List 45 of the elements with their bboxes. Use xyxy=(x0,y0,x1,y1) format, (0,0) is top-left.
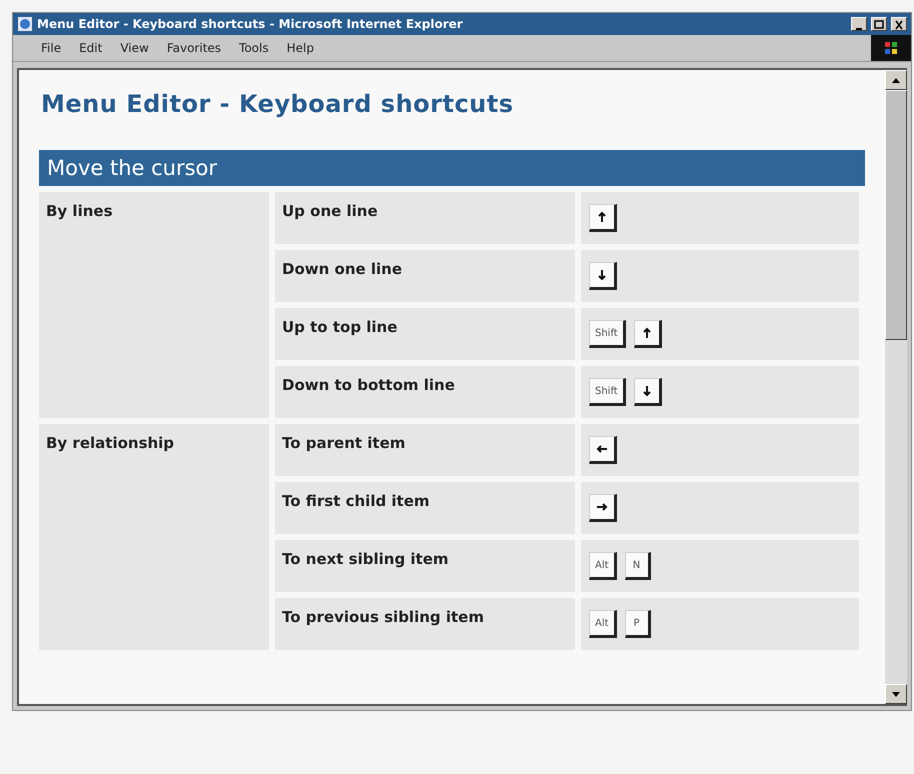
action-cell: To parent item xyxy=(275,424,575,476)
scroll-down-button[interactable] xyxy=(885,684,907,704)
key-cap: P xyxy=(624,610,651,638)
menu-item[interactable]: Favorites xyxy=(166,41,222,55)
menu-item[interactable]: Edit xyxy=(79,41,102,55)
action-cell: To first child item xyxy=(275,482,575,534)
browser-icon xyxy=(17,16,33,32)
key-cap: Shift xyxy=(589,378,626,406)
maximize-icon xyxy=(873,20,885,30)
key-cap: Shift xyxy=(589,320,626,348)
minimize-icon xyxy=(856,28,862,30)
window-title: Menu Editor - Keyboard shortcuts - Microsoft Internet Explorer xyxy=(37,17,464,31)
section-header: Move the cursor xyxy=(39,150,865,186)
menu-item[interactable]: Help xyxy=(286,41,314,55)
group-label: By relationship xyxy=(39,424,269,650)
down-arrow-key-icon xyxy=(589,262,617,290)
action-cell: To next sibling item xyxy=(275,540,575,592)
key-cap: N xyxy=(624,552,651,580)
close-button[interactable] xyxy=(891,17,907,31)
minimize-button[interactable] xyxy=(851,17,867,31)
menu-item[interactable]: File xyxy=(41,41,62,55)
up-arrow-key-icon xyxy=(634,320,662,348)
scrollbar[interactable] xyxy=(885,70,907,704)
scroll-thumb[interactable] xyxy=(885,90,907,340)
up-arrow-key-icon xyxy=(589,204,617,232)
down-triangle-icon xyxy=(892,692,900,696)
action-cell: Up one line xyxy=(275,192,575,244)
up-triangle-icon xyxy=(892,78,900,82)
menu-item[interactable]: Tools xyxy=(239,41,269,55)
group-label: By lines xyxy=(39,192,269,418)
down-arrow-key-icon xyxy=(634,378,662,406)
page-title: Menu Editor - Keyboard shortcuts xyxy=(41,90,515,118)
action-cell: Down to bottom line xyxy=(275,366,575,418)
key-cap: Alt xyxy=(589,610,617,638)
action-cell: Down one line xyxy=(275,250,575,302)
windows-logo-icon xyxy=(871,35,911,61)
right-arrow-key-icon xyxy=(589,494,617,522)
scroll-up-button[interactable] xyxy=(885,70,907,90)
maximize-button[interactable] xyxy=(871,17,887,31)
close-icon xyxy=(893,20,905,30)
action-cell: To previous sibling item xyxy=(275,598,575,650)
menu-item[interactable]: View xyxy=(120,41,149,55)
key-cap: Alt xyxy=(589,552,617,580)
action-cell: Up to top line xyxy=(275,308,575,360)
left-arrow-key-icon xyxy=(589,436,617,464)
